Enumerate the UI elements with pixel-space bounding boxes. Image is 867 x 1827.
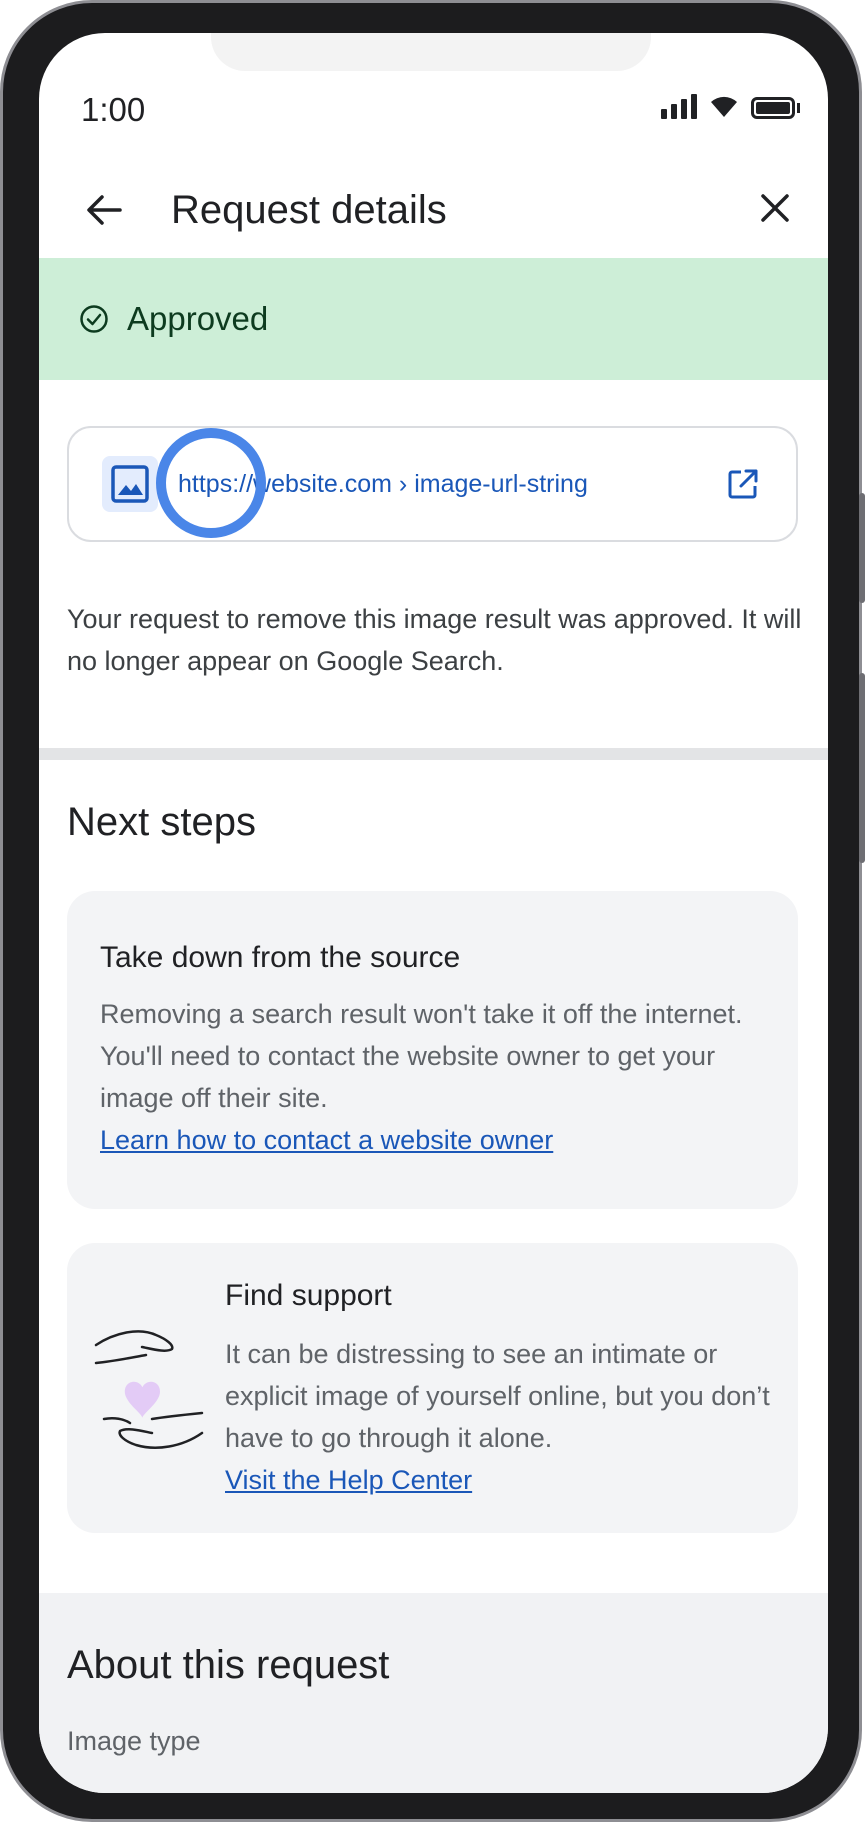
status-icons [661,93,800,119]
about-section: About this request Image type [39,1593,828,1793]
caring-hands-icon [94,1330,204,1449]
image-url-link[interactable]: https://website.com › image-url-string [178,470,723,499]
take-down-title: Take down from the source [100,941,461,974]
image-thumbnail [102,456,158,512]
status-label: Approved [127,300,269,337]
image-icon [111,465,149,503]
battery-icon [751,97,795,119]
page-title: Request details [171,188,447,232]
back-button[interactable] [79,185,129,235]
close-icon [761,194,789,222]
url-card[interactable]: https://website.com › image-url-string [67,426,798,542]
battery-tip [797,103,800,113]
open-external-button[interactable] [723,464,763,504]
about-heading: About this request [67,1643,390,1687]
find-support-body: It can be distressing to see an intimate… [225,1333,785,1501]
about-subtext: Image type [67,1726,201,1756]
camera-notch [211,33,651,71]
status-time: 1:00 [81,91,146,128]
find-support-title: Find support [225,1279,392,1312]
cell-signal-icon [661,93,697,119]
take-down-body: Removing a search result won't take it o… [100,993,770,1161]
arrow-back-icon [87,195,122,225]
find-support-card: Find support It can be distressing to se… [67,1243,798,1533]
contact-owner-link[interactable]: Learn how to contact a website owner [100,1119,770,1161]
open-in-new-icon [728,469,758,499]
close-button[interactable] [750,183,800,233]
status-banner: Approved [39,258,828,380]
next-steps-heading: Next steps [67,800,256,844]
wifi-icon [711,96,737,117]
phone-screen: 1:00 Request details Approved https://we… [39,33,828,1793]
check-circle-icon [80,305,108,333]
approval-description: Your request to remove this image result… [67,604,802,676]
take-down-card: Take down from the source Removing a sea… [67,891,798,1209]
power-button [859,673,865,863]
find-support-text: It can be distressing to see an intimate… [225,1339,770,1453]
volume-button [859,493,865,603]
section-divider [39,748,828,760]
help-center-link[interactable]: Visit the Help Center [225,1459,785,1501]
phone-frame: 1:00 Request details Approved https://we… [0,0,865,1822]
take-down-text: Removing a search result won't take it o… [100,999,743,1113]
